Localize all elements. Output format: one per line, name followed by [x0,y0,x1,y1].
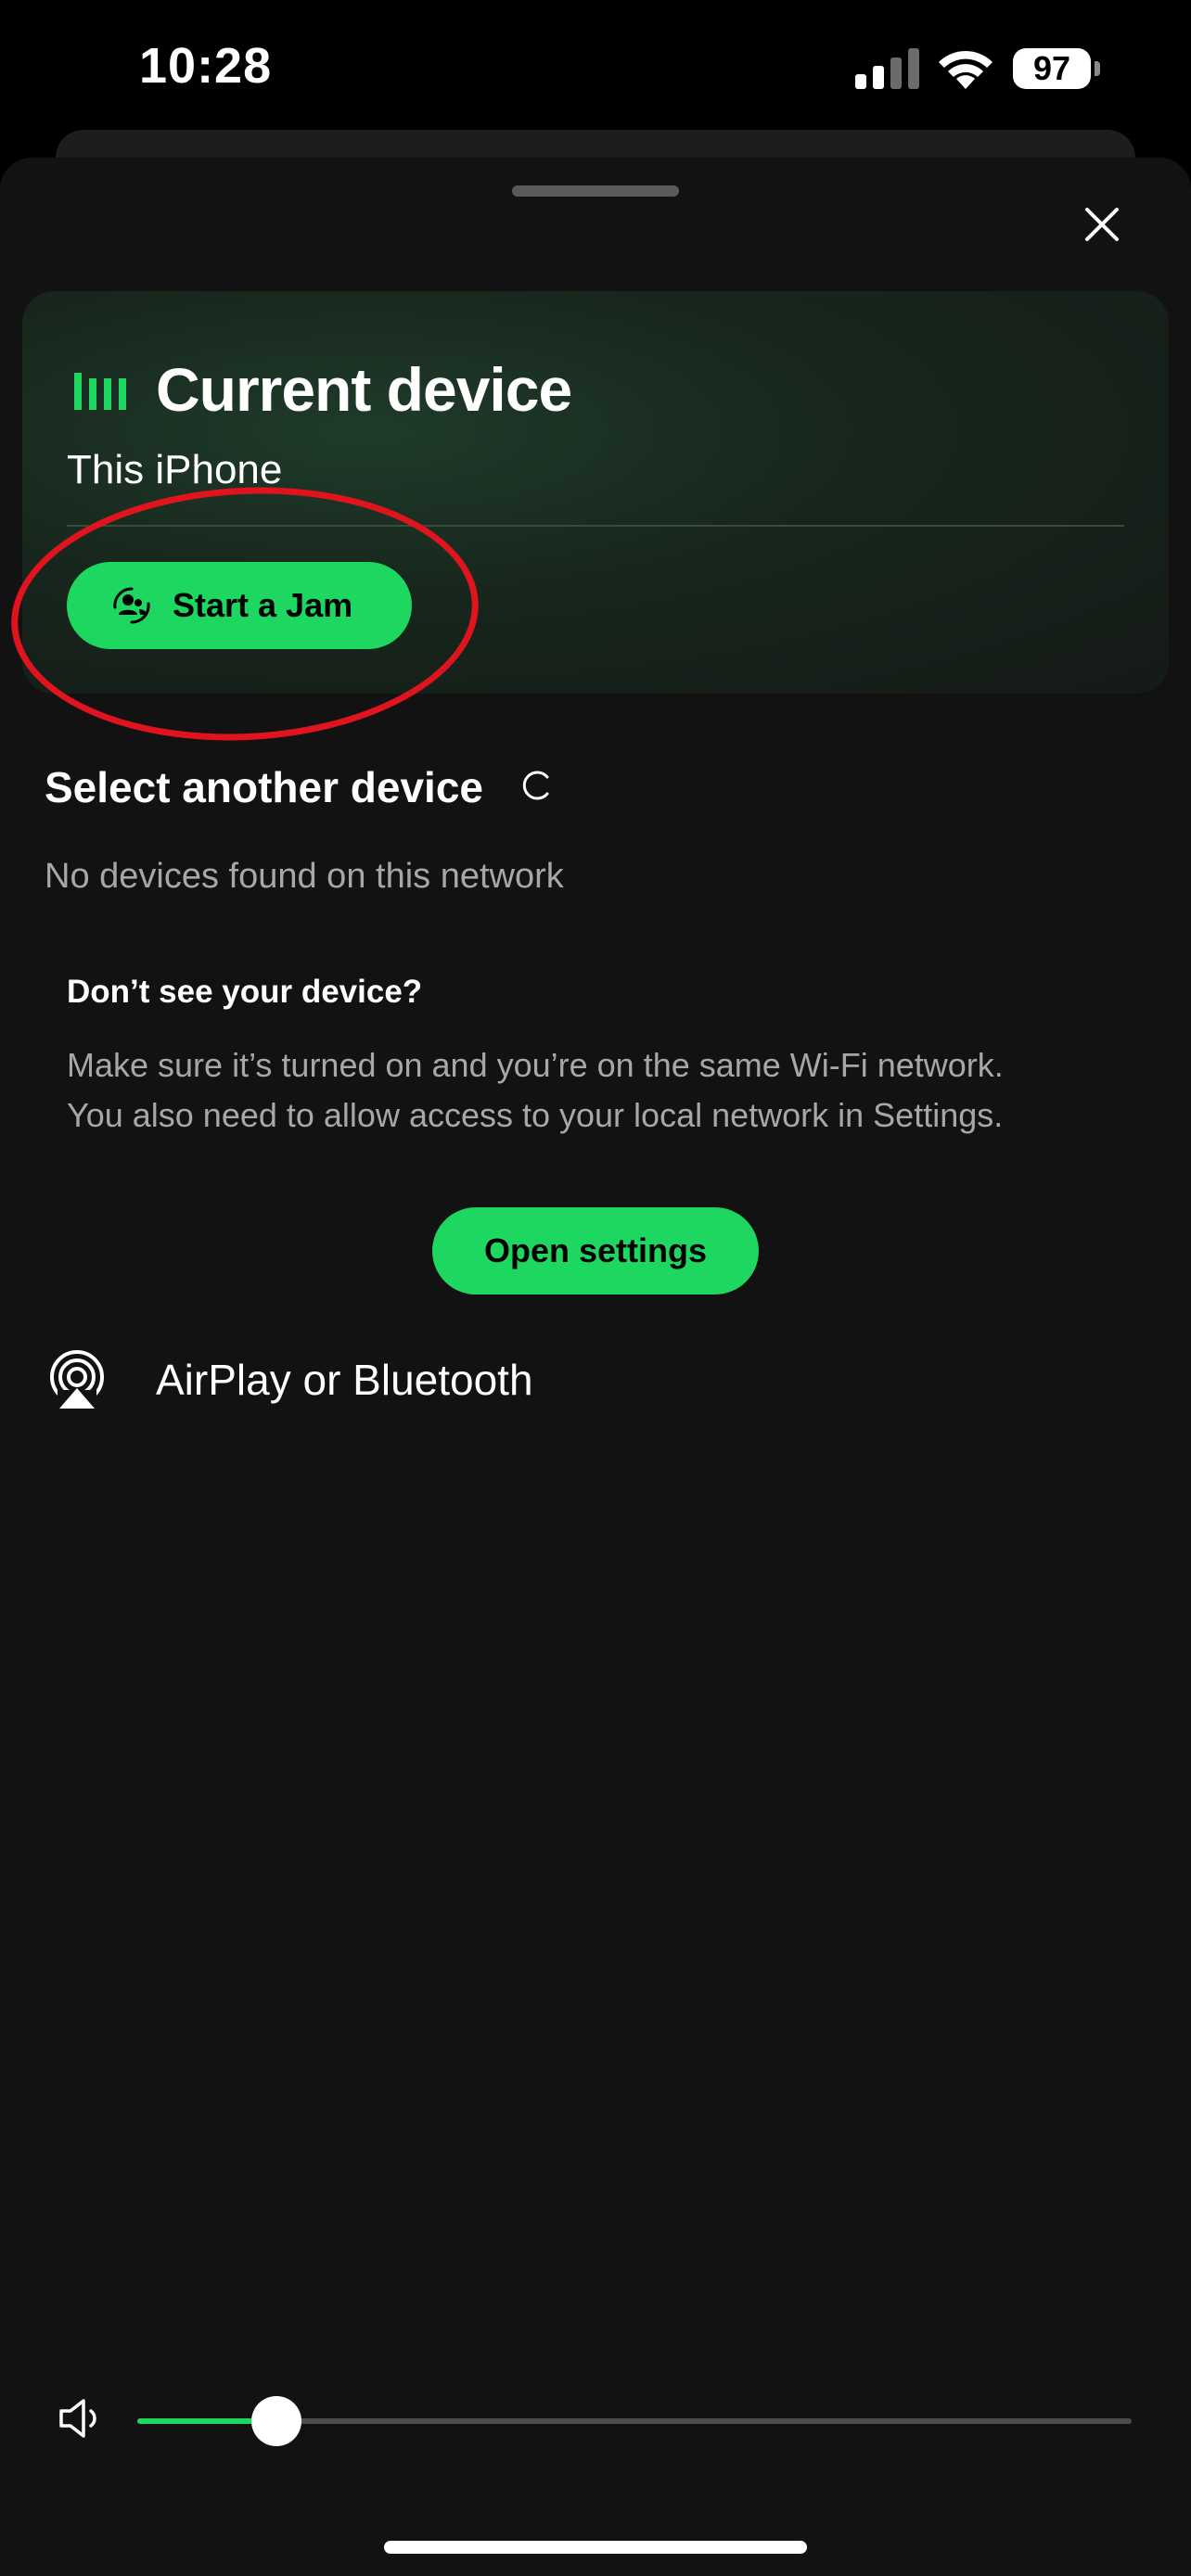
volume-thumb[interactable] [251,2396,302,2446]
home-indicator[interactable] [384,2541,807,2554]
battery-level: 97 [1032,49,1071,87]
current-device-name: This iPhone [67,447,283,492]
battery-tip [1095,61,1100,76]
battery-icon: 97 [1013,48,1091,89]
status-bar: 10:28 97 [0,0,1191,139]
open-settings-button[interactable]: Open settings [432,1207,759,1294]
sheet-grabber[interactable] [512,185,679,197]
loading-spinner-icon [522,771,549,800]
speaker-icon [59,2399,96,2438]
cellular-signal-icon [855,48,919,89]
airplay-bluetooth-row[interactable]: AirPlay or Bluetooth [45,1333,1146,1426]
status-time: 10:28 [139,38,273,94]
help-text-line-2: You also need to allow access to your lo… [67,1096,1004,1134]
device-picker-screen: 10:28 97 Current device This iPhone Star… [0,0,1191,2576]
equalizer-icon [74,373,126,410]
close-button[interactable] [1076,198,1128,250]
close-icon [1085,208,1119,241]
airplay-label: AirPlay or Bluetooth [156,1356,533,1404]
select-device-heading: Select another device [45,763,483,811]
help-text-line-1: Make sure it’s turned on and you’re on t… [67,1046,1004,1084]
airplay-icon [50,1350,104,1412]
wifi-icon [939,50,992,89]
volume-slider[interactable] [137,2396,1132,2446]
current-device-heading: Current device [156,355,572,424]
help-text: Make sure it’s turned on and you’re on t… [67,1040,1152,1141]
help-heading: Don’t see your device? [67,974,423,1010]
no-devices-message: No devices found on this network [45,857,564,896]
